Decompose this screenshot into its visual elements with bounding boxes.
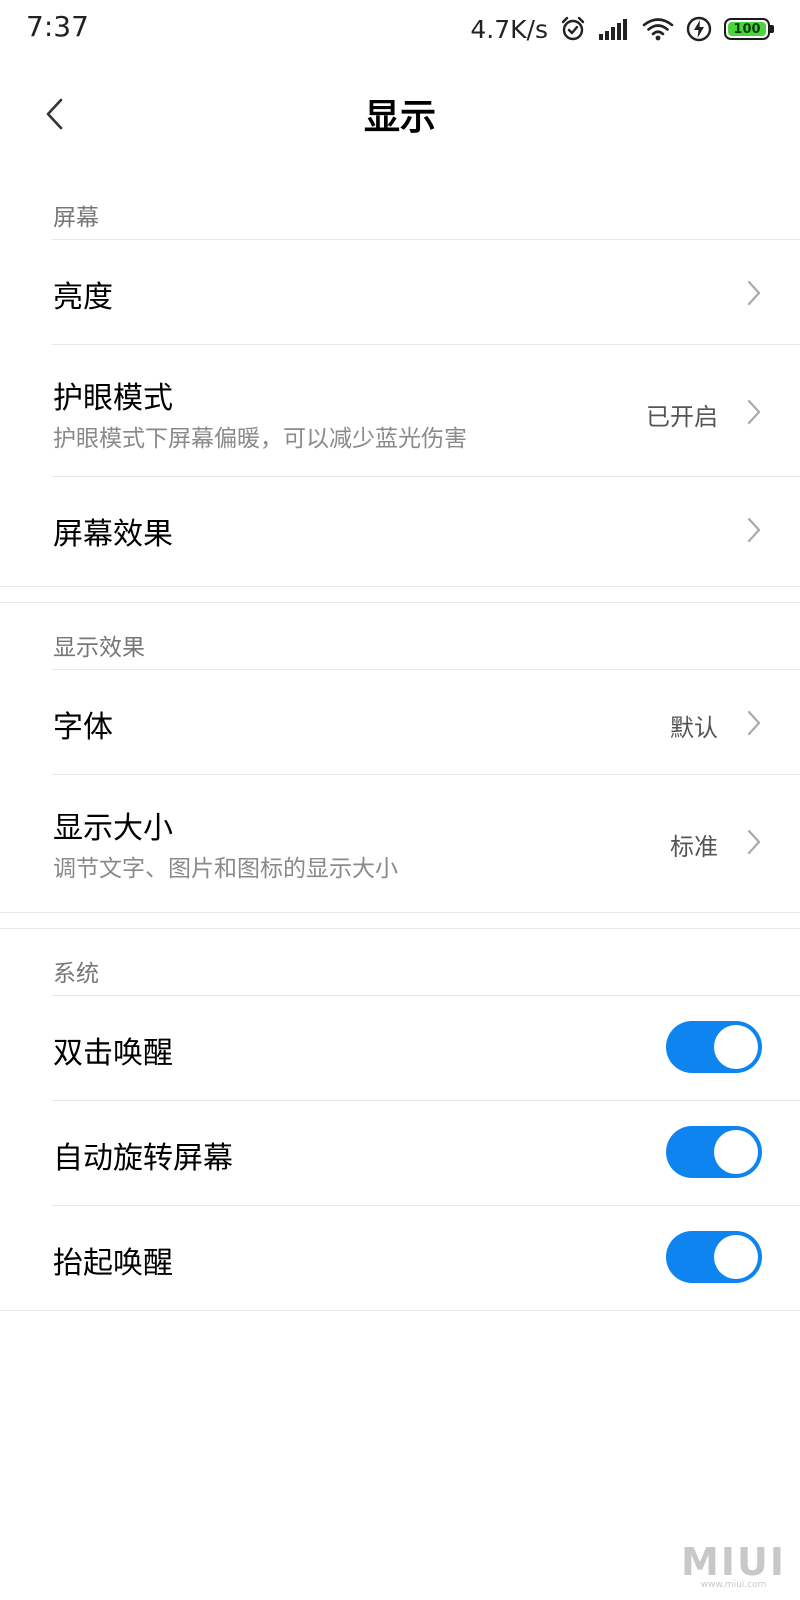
row-title: 字体	[53, 710, 113, 745]
watermark-logo: MIUI	[681, 1540, 786, 1584]
row-title: 显示大小	[53, 811, 173, 846]
section-header: 系统	[52, 930, 800, 996]
row-value: 标准	[670, 833, 718, 861]
toggle-knob	[714, 1235, 758, 1279]
raise-to-wake-toggle[interactable]	[666, 1231, 762, 1283]
row-value: 已开启	[646, 403, 718, 431]
alarm-icon	[560, 16, 586, 42]
row-auto-rotate[interactable]: 自动旋转屏幕	[52, 1101, 800, 1206]
section-divider	[0, 586, 800, 603]
auto-rotate-toggle[interactable]	[666, 1126, 762, 1178]
row-title: 亮度	[53, 280, 113, 315]
row-font[interactable]: 字体 默认	[52, 670, 800, 775]
chevron-right-icon	[744, 827, 764, 857]
wifi-icon	[642, 16, 674, 42]
row-display-size[interactable]: 显示大小 调节文字、图片和图标的显示大小 标准	[52, 775, 800, 907]
double-tap-wake-toggle[interactable]	[666, 1021, 762, 1073]
row-title: 屏幕效果	[53, 517, 173, 552]
chevron-right-icon	[744, 515, 764, 545]
chevron-right-icon	[744, 708, 764, 738]
row-eye-care[interactable]: 护眼模式 护眼模式下屏幕偏暖，可以减少蓝光伤害 已开启	[52, 345, 800, 477]
charging-icon	[686, 16, 712, 42]
page-title: 显示	[363, 97, 436, 138]
status-time: 7:37	[26, 10, 89, 43]
toggle-knob	[714, 1025, 758, 1069]
title-bar: 显示	[0, 64, 800, 164]
section-screen: 屏幕 亮度 护眼模式 护眼模式下屏幕偏暖，可以减少蓝光伤害 已开启 屏幕效果	[0, 174, 800, 582]
row-screen-effect[interactable]: 屏幕效果	[52, 477, 800, 582]
status-bar: 7:37 4.7K/s 100	[0, 0, 800, 58]
row-title: 自动旋转屏幕	[53, 1141, 233, 1176]
section-system: 系统 双击唤醒 自动旋转屏幕 抬起唤醒	[0, 930, 800, 1311]
row-subtitle: 护眼模式下屏幕偏暖，可以减少蓝光伤害	[53, 426, 467, 452]
row-title: 抬起唤醒	[53, 1246, 173, 1281]
section-divider	[0, 912, 800, 929]
section-display-effect: 显示效果 字体 默认 显示大小 调节文字、图片和图标的显示大小 标准	[0, 604, 800, 907]
section-header: 屏幕	[52, 174, 800, 240]
battery-level: 100	[728, 22, 766, 36]
battery-icon: 100	[724, 18, 774, 40]
status-icons: 4.7K/s 100	[470, 12, 774, 46]
toggle-knob	[714, 1130, 758, 1174]
row-double-tap-wake[interactable]: 双击唤醒	[52, 996, 800, 1101]
row-title: 护眼模式	[53, 381, 173, 416]
network-speed: 4.7K/s	[470, 14, 548, 44]
chevron-right-icon	[744, 397, 764, 427]
section-header: 显示效果	[52, 604, 800, 670]
row-value: 默认	[670, 714, 718, 742]
row-raise-to-wake[interactable]: 抬起唤醒	[0, 1206, 800, 1311]
row-title: 双击唤醒	[53, 1036, 173, 1071]
miui-watermark: MIUI www.miui.com	[681, 1540, 786, 1590]
row-subtitle: 调节文字、图片和图标的显示大小	[53, 856, 398, 882]
chevron-right-icon	[744, 278, 764, 308]
row-brightness[interactable]: 亮度	[52, 240, 800, 345]
signal-icon	[598, 17, 630, 41]
